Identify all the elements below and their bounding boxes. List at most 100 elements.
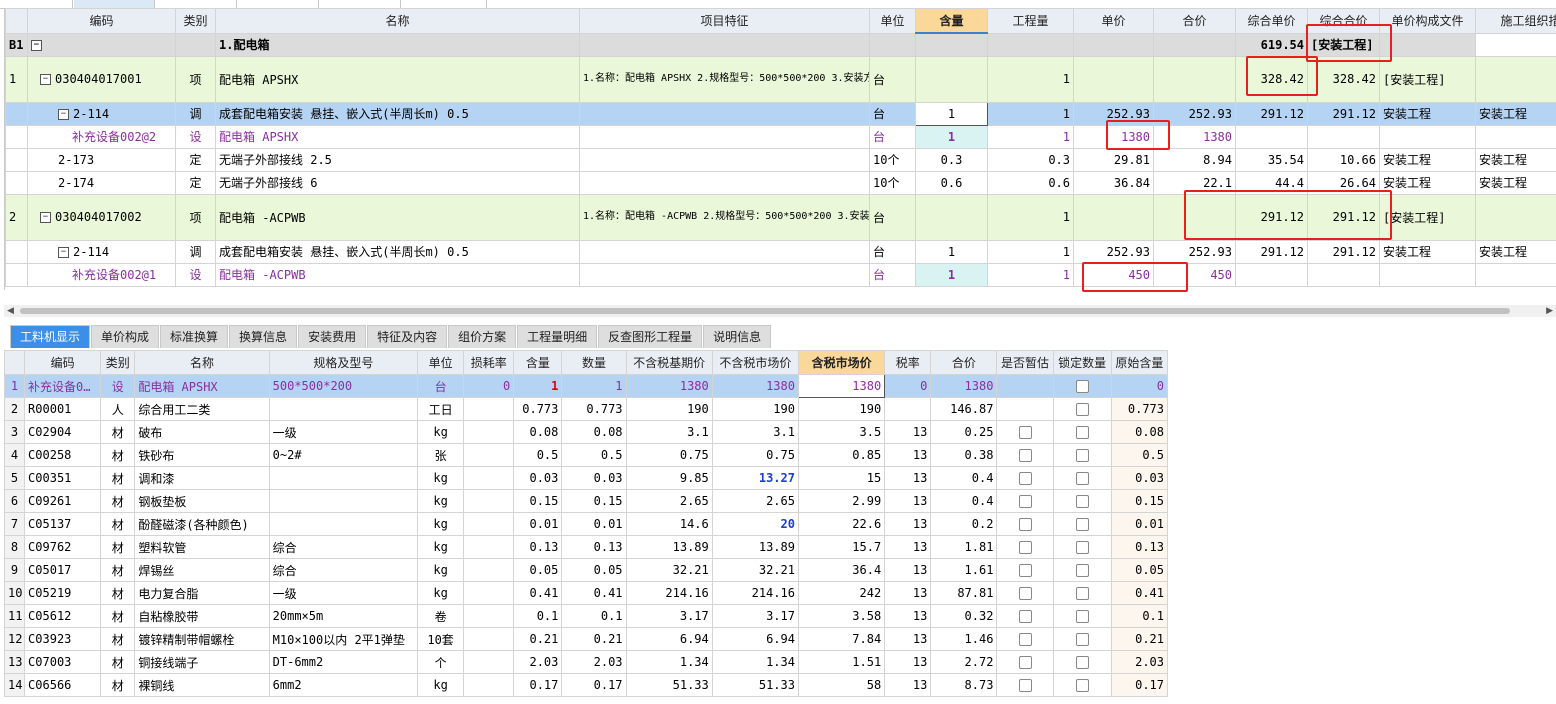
- quota-name[interactable]: 成套配电箱安装 悬挂、嵌入式(半周长m) 0.5: [215, 239, 580, 264]
- col-header-estimate[interactable]: 是否暂估: [996, 350, 1054, 375]
- quota-code-cell[interactable]: −2-114: [27, 101, 176, 126]
- equipment-feature[interactable]: [579, 124, 870, 149]
- mat-spec[interactable]: DT-6mm2: [268, 650, 419, 674]
- quota-price-file[interactable]: 安装工程: [1379, 147, 1476, 172]
- col-header-type[interactable]: 类别: [175, 8, 216, 34]
- mat-market-price-tax[interactable]: 242: [797, 581, 886, 605]
- mat-quantity[interactable]: 0.21: [561, 627, 627, 651]
- item-price-file[interactable]: [安装工程]: [1379, 55, 1476, 103]
- estimate-checkbox[interactable]: [1018, 633, 1032, 646]
- mat-ratio[interactable]: 0.13: [513, 535, 563, 559]
- mat-spec[interactable]: [268, 512, 419, 536]
- mat-quantity[interactable]: 0.17: [561, 673, 627, 697]
- equipment-row[interactable]: 补充设备002@1 设 配电箱 -ACPWB 台 1 1 450 450: [5, 262, 1556, 287]
- mat-quantity[interactable]: 0.15: [561, 489, 627, 513]
- mat-tax-rate[interactable]: 0: [884, 374, 932, 398]
- item-ratio[interactable]: [915, 55, 988, 103]
- item-ratio[interactable]: [915, 193, 988, 241]
- mat-ratio[interactable]: 0.21: [513, 627, 563, 651]
- material-row[interactable]: 12 C03923 材镀锌精制带帽螺栓 M10×100以内 2平1弹垫 10套 0.21 0…: [3, 627, 1169, 651]
- mat-market-price[interactable]: 20: [711, 512, 799, 536]
- mat-tax-rate[interactable]: 13: [884, 512, 932, 536]
- estimate-checkbox[interactable]: [1018, 610, 1032, 623]
- quota-row[interactable]: 2-174 定 无端子外部接线 6 10个 0.6 0.6 36.84 22.1…: [5, 170, 1556, 195]
- mat-unit[interactable]: 张: [417, 443, 465, 467]
- item-org[interactable]: [1475, 55, 1556, 103]
- mat-unit[interactable]: kg: [417, 489, 465, 513]
- quota-price-file[interactable]: 安装工程: [1379, 170, 1476, 195]
- mat-quantity[interactable]: 0.05: [561, 558, 627, 582]
- mat-market-price-tax[interactable]: 190: [797, 397, 886, 421]
- lock-qty-checkbox[interactable]: [1075, 403, 1089, 416]
- lock-qty-checkbox[interactable]: [1075, 518, 1089, 531]
- mat-code[interactable]: C02904: [24, 420, 102, 444]
- quota-quantity[interactable]: 1: [987, 239, 1074, 264]
- mat-ratio[interactable]: 0.5: [513, 443, 563, 467]
- mat-loss[interactable]: [463, 443, 515, 467]
- mat-market-price[interactable]: 1.34: [711, 650, 799, 674]
- mat-unit[interactable]: kg: [417, 420, 465, 444]
- quota-unit[interactable]: 10个: [869, 170, 916, 195]
- mat-name[interactable]: 钢板垫板: [134, 489, 270, 513]
- lock-qty-checkbox[interactable]: [1075, 679, 1089, 692]
- mat-market-price-tax[interactable]: 22.6: [797, 512, 886, 536]
- equipment-name[interactable]: 配电箱 -ACPWB: [215, 262, 580, 287]
- mat-ratio[interactable]: 0.05: [513, 558, 563, 582]
- mat-spec[interactable]: 综合: [268, 535, 419, 559]
- item-feature[interactable]: 1.名称：配电箱 APSHX 2.规格型号：500*500*200 3.安装方式…: [579, 55, 870, 103]
- material-row[interactable]: 6 C09261 材钢板垫板 kg 0.15 0.15 2.65 2.65 2.99 13 0.4 0…: [3, 489, 1169, 513]
- mat-unit[interactable]: kg: [417, 512, 465, 536]
- mat-unit[interactable]: kg: [417, 466, 465, 490]
- quota-ratio[interactable]: 1: [915, 239, 988, 264]
- equipment-price-file[interactable]: [1379, 124, 1476, 149]
- mat-code[interactable]: C05612: [24, 604, 102, 628]
- mat-name[interactable]: 镀锌精制带帽螺栓: [134, 627, 270, 651]
- quota-org[interactable]: 安装工程: [1475, 239, 1556, 264]
- estimate-checkbox[interactable]: [1018, 449, 1032, 462]
- scrollbar-thumb[interactable]: [20, 308, 1510, 314]
- mat-code[interactable]: C03923: [24, 627, 102, 651]
- quota-quantity[interactable]: 0.6: [987, 170, 1074, 195]
- equipment-price-file[interactable]: [1379, 262, 1476, 287]
- col-header-spec[interactable]: 规格及型号: [268, 350, 419, 375]
- mat-market-price[interactable]: 1380: [711, 374, 799, 398]
- col-header-unit-total[interactable]: 综合单价: [1235, 8, 1308, 34]
- mat-name[interactable]: 焊锡丝: [134, 558, 270, 582]
- col-header-tax-rate[interactable]: 税率: [884, 350, 932, 375]
- quota-quantity[interactable]: 0.3: [987, 147, 1074, 172]
- item-unit[interactable]: 台: [869, 55, 916, 103]
- mat-unit[interactable]: 卷: [417, 604, 465, 628]
- mat-quantity[interactable]: 1: [561, 374, 627, 398]
- mat-ratio[interactable]: 0.773: [513, 397, 563, 421]
- mat-unit[interactable]: 10套: [417, 627, 465, 651]
- mat-tax-rate[interactable]: 13: [884, 627, 932, 651]
- lock-qty-checkbox[interactable]: [1075, 472, 1089, 485]
- equipment-price[interactable]: 450: [1073, 262, 1154, 287]
- mat-spec[interactable]: M10×100以内 2平1弹垫: [268, 627, 419, 651]
- mat-ratio[interactable]: 0.01: [513, 512, 563, 536]
- equipment-org[interactable]: [1475, 124, 1556, 149]
- equipment-price[interactable]: 1380: [1073, 124, 1154, 149]
- mat-market-price[interactable]: 0.75: [711, 443, 799, 467]
- mat-unit[interactable]: 台: [417, 374, 465, 398]
- mat-code[interactable]: C00258: [24, 443, 102, 467]
- col-header-amount[interactable]: 合价: [1153, 8, 1236, 34]
- mat-code[interactable]: C00351: [24, 466, 102, 490]
- estimate-checkbox[interactable]: [1018, 564, 1032, 577]
- mat-name[interactable]: 电力复合脂: [134, 581, 270, 605]
- lock-qty-checkbox[interactable]: [1075, 541, 1089, 554]
- scroll-left-icon[interactable]: ◀: [7, 305, 14, 317]
- mat-code[interactable]: C05137: [24, 512, 102, 536]
- bill-item-row[interactable]: 1 −030404017001 项 配电箱 APSHX 1.名称：配电箱 APS…: [5, 55, 1556, 103]
- mat-spec[interactable]: 一级: [268, 581, 419, 605]
- equipment-name[interactable]: 配电箱 APSHX: [215, 124, 580, 149]
- quota-row[interactable]: −2-114 调 成套配电箱安装 悬挂、嵌入式(半周长m) 0.5 台 1 1 …: [5, 239, 1556, 264]
- mat-ratio[interactable]: 0.17: [513, 673, 563, 697]
- item-name[interactable]: 配电箱 -ACPWB: [215, 193, 580, 241]
- mat-spec[interactable]: [268, 489, 419, 513]
- mat-code[interactable]: C05017: [24, 558, 102, 582]
- material-row[interactable]: 3 C02904 材破布 一级 kg 0.08 0.08 3.1 3.1 3.5 13 0.25 0.0…: [3, 420, 1169, 444]
- mat-name[interactable]: 配电箱 APSHX: [134, 374, 270, 398]
- tab-unit-price[interactable]: 单价构成: [91, 325, 160, 348]
- col-header-price-file[interactable]: 单价构成文件: [1379, 8, 1476, 34]
